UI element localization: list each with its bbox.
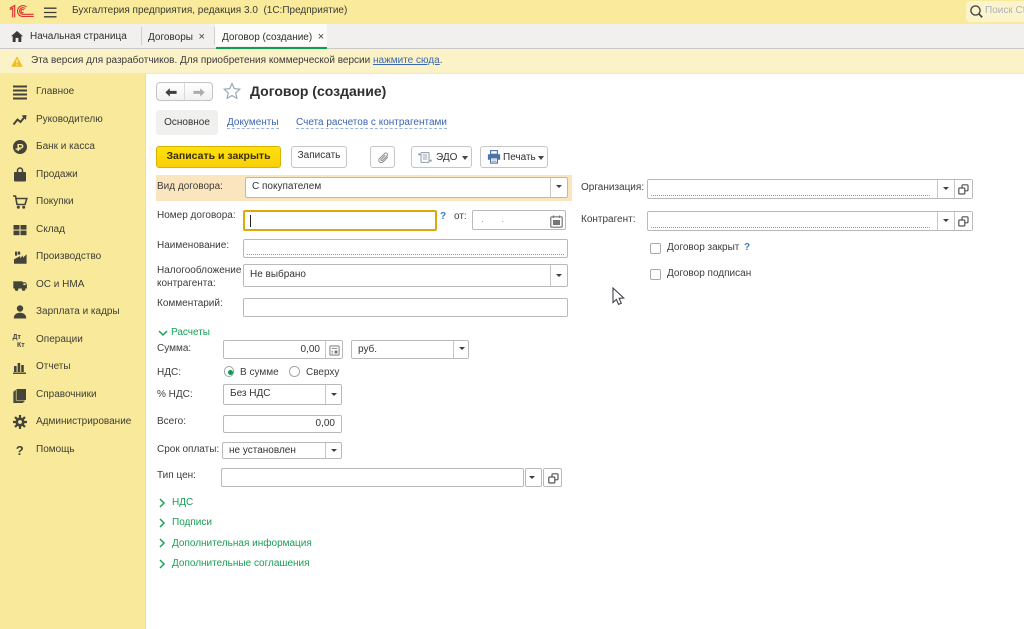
svg-text:Дт: Дт — [13, 334, 22, 341]
svg-text:Кт: Кт — [17, 342, 25, 348]
svg-text:P: P — [17, 142, 24, 154]
svg-text:?: ? — [16, 443, 24, 458]
